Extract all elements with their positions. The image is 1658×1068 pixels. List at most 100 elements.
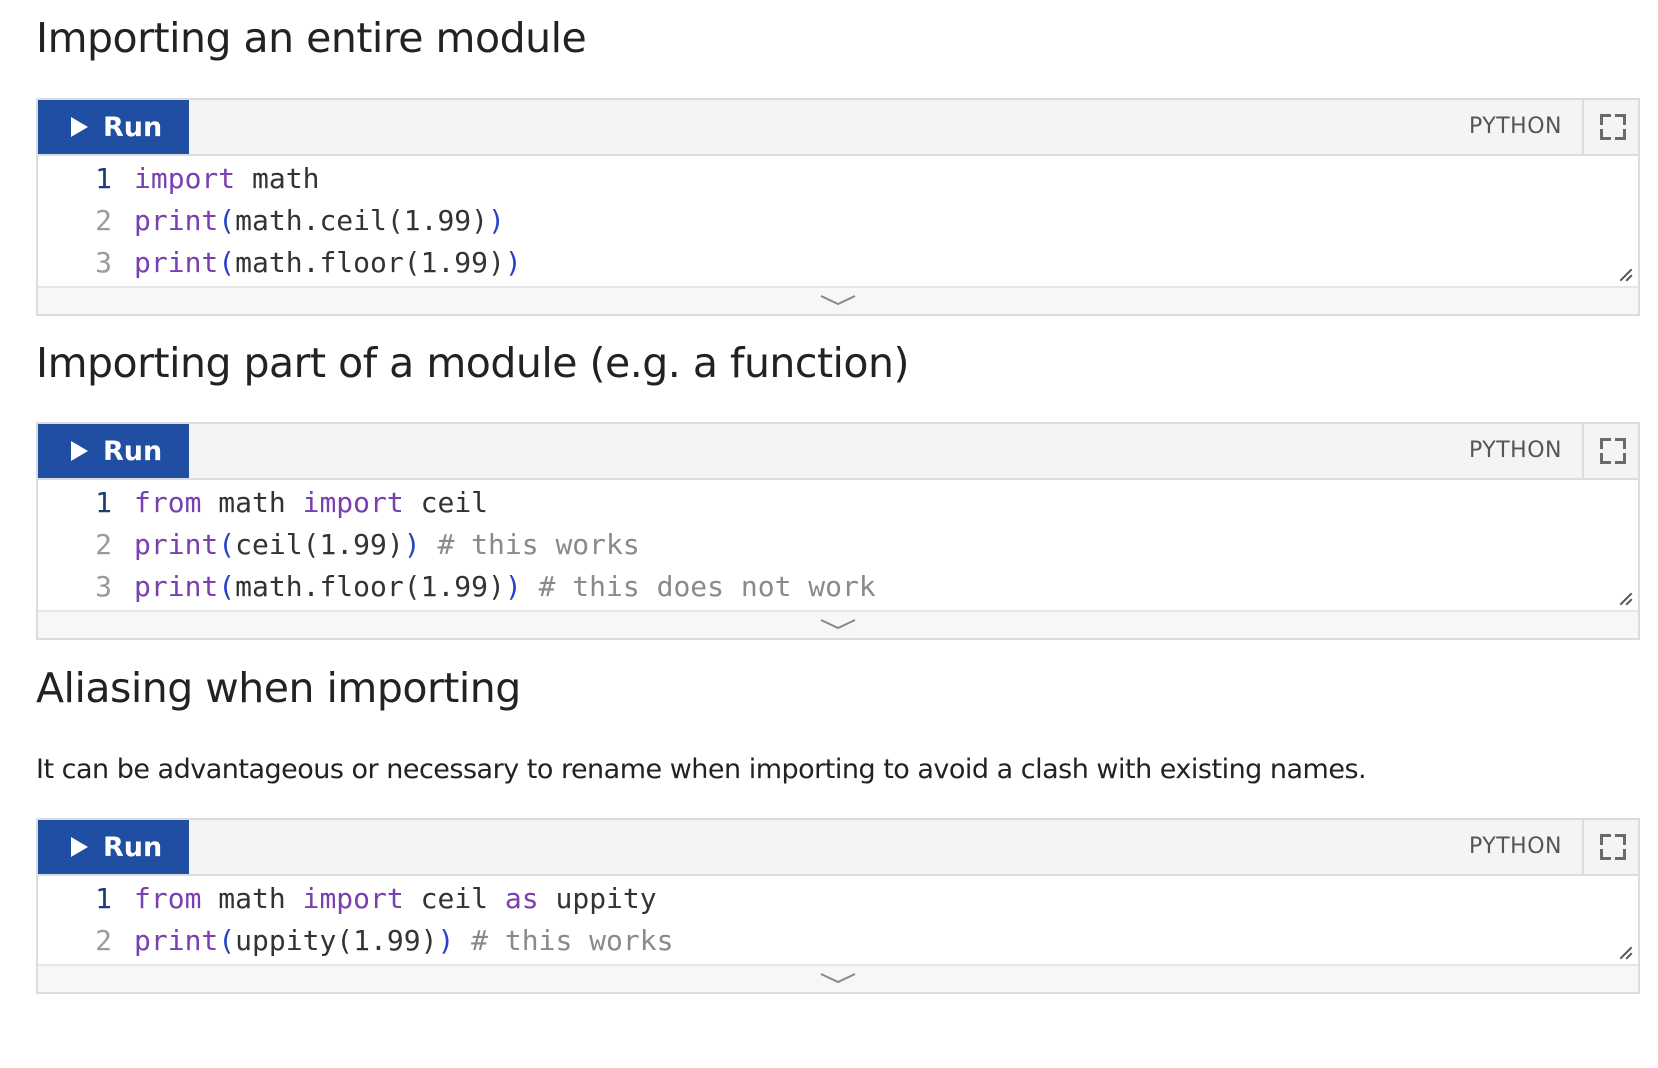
language-label: PYTHON [1469, 438, 1562, 463]
code-block: Run PYTHON 1 from math import ceil as upp… [36, 818, 1640, 994]
section-heading: Importing part of a module (e.g. a funct… [36, 339, 910, 387]
chevron-down-icon [820, 295, 856, 306]
code-block: Run PYTHON 1 import math 2 print(math.ceil(… [36, 98, 1640, 316]
code-token: import [302, 882, 404, 915]
expand-editor-button[interactable] [38, 964, 1638, 992]
section-paragraph: It can be advantageous or necessary to r… [36, 754, 1367, 785]
code-token: math.floor(1.99) [235, 246, 505, 279]
code-token: ceil(1.99) [235, 528, 404, 561]
code-token: ( [218, 570, 236, 603]
toolbar-divider [1582, 424, 1584, 478]
code-token: print [134, 204, 219, 237]
run-button-label: Run [103, 831, 163, 863]
play-icon [71, 117, 88, 137]
code-toolbar: Run PYTHON [38, 100, 1638, 156]
chevron-down-icon [820, 619, 856, 630]
resize-handle-icon[interactable] [1618, 946, 1633, 960]
code-token: # this does not work [521, 570, 876, 603]
fullscreen-icon[interactable] [1600, 114, 1626, 140]
line-number: 2 [95, 924, 112, 957]
language-label: PYTHON [1469, 834, 1562, 859]
code-token: import [302, 486, 404, 519]
code-text: from math import ceil as uppity [134, 878, 657, 920]
code-line: 3 print(math.floor(1.99)) [38, 242, 1638, 284]
code-token: math [201, 486, 303, 519]
code-token: print [134, 570, 219, 603]
code-line: 2 print(ceil(1.99)) # this works [38, 524, 1638, 566]
code-token: print [134, 246, 219, 279]
code-token: import [134, 162, 236, 195]
code-token: # this works [454, 924, 674, 957]
code-text: from math import ceil [134, 482, 488, 524]
code-token: uppity [538, 882, 657, 915]
play-icon [71, 837, 88, 857]
code-token: from [134, 486, 202, 519]
fullscreen-icon[interactable] [1600, 438, 1626, 464]
line-number: 1 [95, 486, 112, 519]
resize-handle-icon[interactable] [1618, 592, 1633, 606]
line-number: 1 [95, 882, 112, 915]
code-block: Run PYTHON 1 from math import ceil 2 print(… [36, 422, 1640, 640]
toolbar-divider [1582, 820, 1584, 874]
code-token: ( [218, 924, 236, 957]
code-token: ) [504, 246, 522, 279]
section-heading: Aliasing when importing [36, 664, 521, 712]
code-token: math [201, 882, 303, 915]
line-number: 3 [95, 246, 112, 279]
line-number: 2 [95, 204, 112, 237]
toolbar-divider [1582, 100, 1584, 154]
code-line: 2 print(uppity(1.99)) # this works [38, 920, 1638, 962]
code-token: ceil [403, 882, 505, 915]
code-editor[interactable]: 1 from math import ceil as uppity 2 print(u… [38, 876, 1638, 964]
code-token: ( [218, 204, 236, 237]
code-editor[interactable]: 1 import math 2 print(math.ceil(1.99)) 3 prin… [38, 156, 1638, 286]
play-icon [71, 441, 88, 461]
run-button[interactable]: Run [38, 100, 189, 154]
code-token: print [134, 924, 219, 957]
code-token: math [235, 162, 320, 195]
line-number: 2 [95, 528, 112, 561]
line-number: 3 [95, 570, 112, 603]
run-button-label: Run [103, 435, 163, 467]
expand-editor-button[interactable] [38, 286, 1638, 314]
run-button-label: Run [103, 111, 163, 143]
chevron-down-icon [820, 973, 856, 984]
code-line: 3 print(math.floor(1.99)) # this does not… [38, 566, 1638, 608]
code-line: 1 from math import ceil as uppity [38, 878, 1638, 920]
line-number: 1 [95, 162, 112, 195]
code-line: 1 from math import ceil [38, 482, 1638, 524]
code-lines: 1 import math 2 print(math.ceil(1.99)) 3 prin… [38, 158, 1638, 284]
fullscreen-icon[interactable] [1600, 834, 1626, 860]
code-text: print(uppity(1.99)) # this works [134, 920, 673, 962]
code-editor[interactable]: 1 from math import ceil 2 print(ceil(1.99))… [38, 480, 1638, 610]
code-token: # this works [420, 528, 640, 561]
code-token: ) [403, 528, 421, 561]
run-button[interactable]: Run [38, 424, 189, 478]
code-token: math.ceil(1.99) [235, 204, 489, 237]
code-text: print(math.floor(1.99)) # this does not … [134, 566, 876, 608]
code-token: ) [504, 570, 522, 603]
resize-handle-icon[interactable] [1618, 268, 1633, 282]
code-token: print [134, 528, 219, 561]
code-toolbar: Run PYTHON [38, 820, 1638, 876]
code-text: print(math.floor(1.99)) [134, 242, 522, 284]
code-token: ceil [403, 486, 489, 519]
code-line: 2 print(math.ceil(1.99)) [38, 200, 1638, 242]
code-text: print(ceil(1.99)) # this works [134, 524, 640, 566]
code-lines: 1 from math import ceil as uppity 2 print(u… [38, 878, 1638, 962]
code-text: import math [134, 158, 319, 200]
section-heading: Importing an entire module [36, 14, 587, 62]
code-toolbar: Run PYTHON [38, 424, 1638, 480]
expand-editor-button[interactable] [38, 610, 1638, 638]
run-button[interactable]: Run [38, 820, 189, 874]
code-token: uppity(1.99) [235, 924, 438, 957]
code-lines: 1 from math import ceil 2 print(ceil(1.99))… [38, 482, 1638, 608]
code-token: from [134, 882, 202, 915]
code-token: math.floor(1.99) [235, 570, 505, 603]
code-line: 1 import math [38, 158, 1638, 200]
code-token: ) [488, 204, 505, 237]
code-token: as [504, 882, 539, 915]
code-token: ( [218, 246, 236, 279]
code-token: ( [218, 528, 236, 561]
code-text: print(math.ceil(1.99)) [134, 200, 505, 242]
